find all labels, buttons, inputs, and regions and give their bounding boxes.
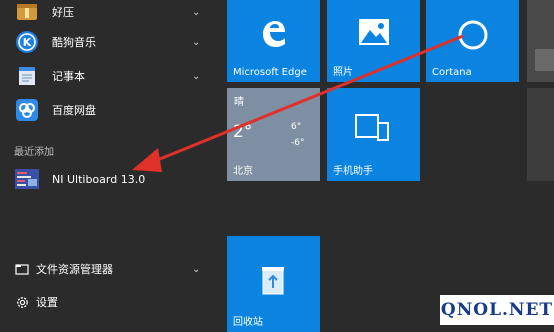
annotation-arrow bbox=[132, 34, 464, 172]
watermark: QNOL.NET bbox=[440, 295, 554, 325]
